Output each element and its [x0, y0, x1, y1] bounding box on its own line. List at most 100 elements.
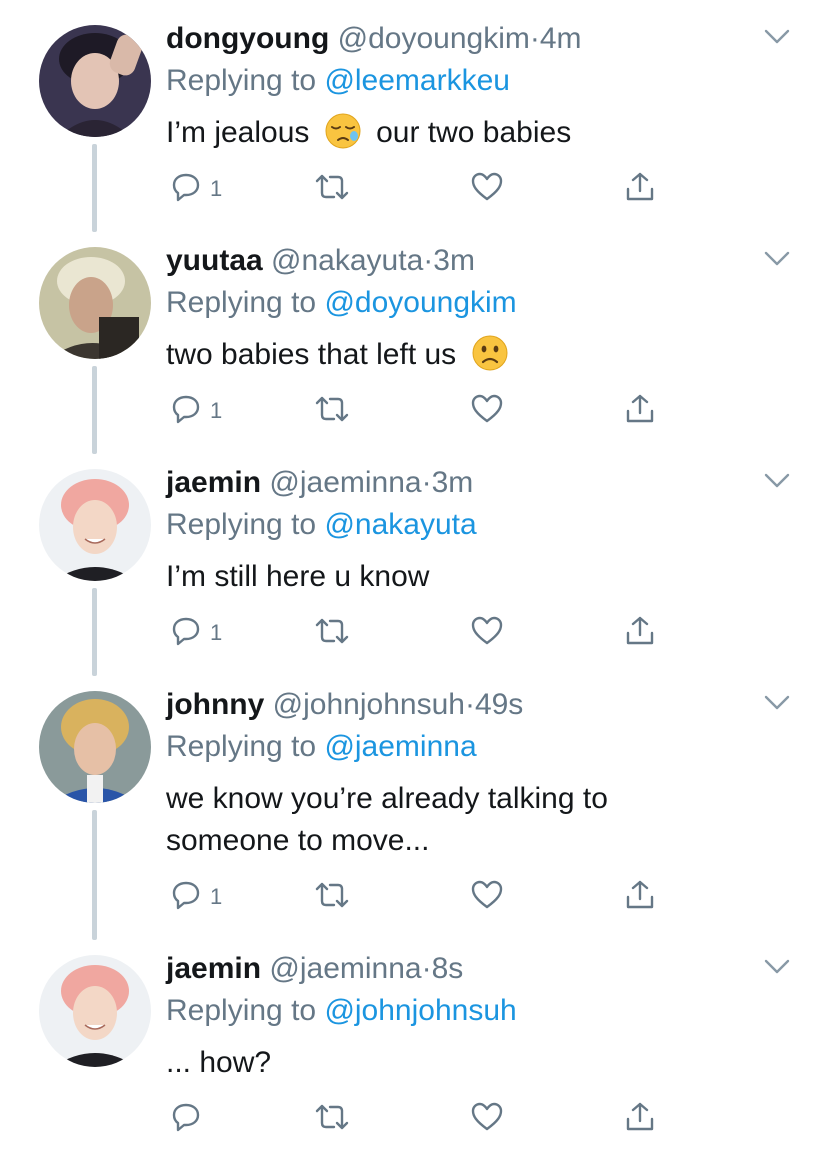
share-button[interactable]	[624, 875, 664, 915]
reply-button[interactable]	[170, 1097, 230, 1137]
share-button[interactable]	[624, 1097, 664, 1137]
reply-button[interactable]: 1	[170, 167, 230, 207]
chevron-down-icon[interactable]	[764, 472, 790, 490]
avatar-photo	[39, 691, 151, 803]
tweet-header: yuutaa @nakayuta·3m	[166, 242, 475, 280]
retweet-button[interactable]	[314, 1097, 354, 1137]
share-icon	[626, 880, 654, 909]
reply-button[interactable]: 1	[170, 389, 230, 429]
timestamp[interactable]: 3m	[432, 466, 474, 499]
separator: ·	[529, 22, 540, 55]
slightly-frowning-face-emoji	[472, 335, 508, 371]
tweet-actions	[166, 1097, 666, 1137]
timestamp[interactable]: 49s	[475, 688, 523, 721]
tweet-text: I’m still here u know	[166, 560, 430, 593]
chevron-down-icon[interactable]	[764, 694, 790, 712]
replying-to-label: Replying to	[166, 730, 325, 763]
avatar[interactable]	[39, 691, 151, 803]
replying-to: Replying to @johnjohnsuh	[166, 992, 517, 1030]
tweet-text: ... how?	[166, 1046, 272, 1079]
tweet-text-line: someone to move...	[166, 824, 430, 857]
thread-connector	[92, 588, 97, 676]
chevron-down-icon[interactable]	[764, 28, 790, 46]
avatar-photo	[39, 25, 151, 137]
share-button[interactable]	[624, 611, 664, 651]
chevron-down-icon[interactable]	[764, 250, 790, 268]
replying-to-label: Replying to	[166, 994, 325, 1027]
reply-icon	[172, 1103, 200, 1132]
reply-icon	[172, 173, 200, 202]
handle[interactable]: @johnjohnsuh	[273, 688, 465, 721]
share-icon	[626, 394, 654, 423]
heart-icon	[471, 1102, 503, 1131]
like-button[interactable]	[470, 1097, 510, 1137]
tweet-text-part: two babies that left us	[166, 338, 457, 371]
replying-to-label: Replying to	[166, 508, 325, 541]
replying-to: Replying to @jaeminna	[166, 728, 477, 766]
reply-count: 1	[210, 398, 223, 423]
reply-icon	[172, 881, 200, 910]
handle[interactable]: @nakayuta	[271, 244, 423, 277]
display-name[interactable]: jaemin	[166, 466, 261, 499]
tweet-text: I’m jealous our two babies	[166, 112, 726, 154]
avatar-photo	[39, 247, 151, 359]
retweet-button[interactable]	[314, 167, 354, 207]
mention-link[interactable]: @jaeminna	[324, 730, 476, 763]
handle[interactable]: @jaeminna	[269, 466, 421, 499]
mention-link[interactable]: @leemarkkeu	[324, 64, 510, 97]
avatar[interactable]	[39, 247, 151, 359]
retweet-icon	[315, 618, 349, 644]
like-button[interactable]	[470, 611, 510, 651]
display-name[interactable]: jaemin	[166, 952, 261, 985]
like-button[interactable]	[470, 389, 510, 429]
tweet-header: dongyoung @doyoungkim·4m	[166, 20, 582, 58]
reply-icon	[172, 395, 200, 424]
handle[interactable]: @jaeminna	[269, 952, 421, 985]
chevron-down-icon[interactable]	[764, 958, 790, 976]
reply-count: 1	[210, 620, 223, 645]
retweet-icon	[315, 882, 349, 908]
avatar[interactable]	[39, 469, 151, 581]
like-button[interactable]	[470, 875, 510, 915]
sleepy-face-emoji	[325, 113, 361, 149]
retweet-icon	[315, 1104, 349, 1130]
replying-to: Replying to @nakayuta	[166, 506, 477, 544]
tweet-actions: 1	[166, 167, 666, 207]
avatar[interactable]	[39, 955, 151, 1067]
reply-icon	[172, 617, 200, 646]
replying-to: Replying to @leemarkkeu	[166, 62, 510, 100]
display-name[interactable]: johnny	[166, 688, 264, 721]
share-button[interactable]	[624, 389, 664, 429]
display-name[interactable]: dongyoung	[166, 22, 329, 55]
heart-icon	[471, 394, 503, 423]
tweet-actions: 1	[166, 611, 666, 651]
separator: ·	[421, 952, 432, 985]
mention-link[interactable]: @doyoungkim	[324, 286, 516, 319]
display-name[interactable]: yuutaa	[166, 244, 263, 277]
mention-link[interactable]: @johnjohnsuh	[324, 994, 516, 1027]
mention-link[interactable]: @nakayuta	[324, 508, 476, 541]
tweet-header: johnny @johnjohnsuh·49s	[166, 686, 523, 724]
share-icon	[626, 616, 654, 645]
reply-count: 1	[210, 884, 223, 909]
retweet-button[interactable]	[314, 875, 354, 915]
share-button[interactable]	[624, 167, 664, 207]
retweet-button[interactable]	[314, 389, 354, 429]
handle[interactable]: @doyoungkim	[338, 22, 530, 55]
tweet-text-part: our two babies	[376, 116, 572, 149]
reply-button[interactable]: 1	[170, 875, 230, 915]
reply-button[interactable]: 1	[170, 611, 230, 651]
tweet-header: jaemin @jaeminna·8s	[166, 950, 463, 988]
avatar[interactable]	[39, 25, 151, 137]
tweet-actions: 1	[166, 875, 666, 915]
tweet-header: jaemin @jaeminna·3m	[166, 464, 473, 502]
thread-connector	[92, 144, 97, 232]
like-button[interactable]	[470, 167, 510, 207]
replying-to: Replying to @doyoungkim	[166, 284, 517, 322]
tweet-text-part: I’m jealous	[166, 116, 310, 149]
timestamp[interactable]: 3m	[433, 244, 475, 277]
tweet-text: we know you’re already talking to someon…	[166, 778, 726, 862]
timestamp[interactable]: 8s	[432, 952, 464, 985]
timestamp[interactable]: 4m	[540, 22, 582, 55]
retweet-button[interactable]	[314, 611, 354, 651]
